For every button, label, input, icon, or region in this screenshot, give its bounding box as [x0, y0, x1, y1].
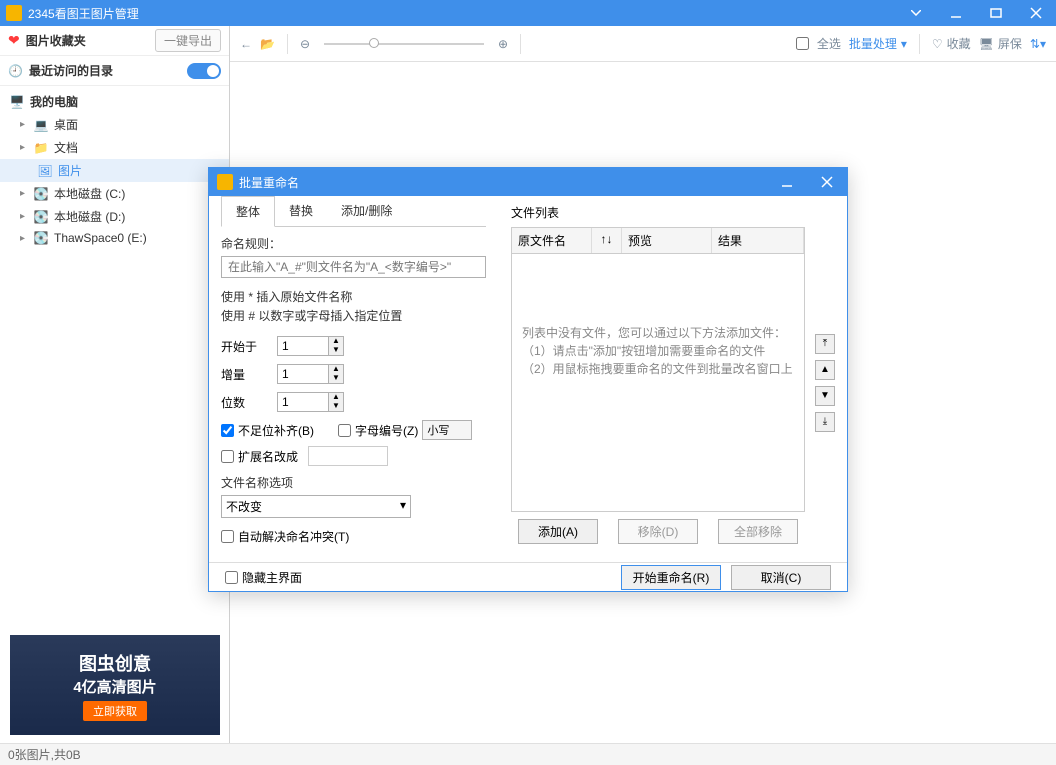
- disk-icon: 💽: [32, 187, 50, 201]
- favorites-row: ❤ 图片收藏夹 一键导出: [0, 26, 229, 56]
- dialog-title: 批量重命名: [239, 174, 767, 191]
- clock-icon: 🕘: [8, 64, 23, 78]
- statusbar: 0张图片,共0B: [0, 743, 1056, 765]
- open-folder-button[interactable]: 📂: [260, 37, 275, 51]
- digits-input[interactable]: [278, 393, 328, 411]
- tree-item-desktop[interactable]: ▸💻桌面: [0, 113, 229, 136]
- disk-icon: 💽: [32, 231, 50, 245]
- move-bottom[interactable]: ⤓: [815, 412, 835, 432]
- export-button[interactable]: 一键导出: [155, 29, 221, 52]
- tree-item-disk-c[interactable]: ▸💽本地磁盘 (C:): [0, 182, 229, 205]
- file-table: 原文件名 ↑↓ 预览 结果 列表中没有文件，您可以通过以下方法添加文件： （1）…: [511, 227, 805, 512]
- col-preview[interactable]: 预览: [622, 228, 712, 253]
- recent-row: 🕘 最近访问的目录: [0, 56, 229, 86]
- col-sort[interactable]: ↑↓: [592, 228, 622, 253]
- ext-input[interactable]: [308, 446, 388, 466]
- col-result[interactable]: 结果: [712, 228, 804, 253]
- collect-button[interactable]: ♡ 收藏: [932, 35, 971, 52]
- hint1: 使用 * 插入原始文件名称: [221, 288, 486, 307]
- favorites-label: 图片收藏夹: [26, 32, 155, 49]
- rename-dialog: 批量重命名 整体 替换 添加/删除 命名规则： 使用 * 插入原始文件名称 使用…: [208, 167, 848, 592]
- back-button[interactable]: ←: [240, 37, 252, 51]
- zoom-out-button[interactable]: ⊖: [300, 37, 310, 51]
- tree-item-documents[interactable]: ▸📁文档: [0, 136, 229, 159]
- move-top[interactable]: ⤒: [815, 334, 835, 354]
- autoconflict-checkbox[interactable]: [221, 530, 234, 543]
- col-original[interactable]: 原文件名: [512, 228, 592, 253]
- screensaver-button[interactable]: 🖥 屏保: [979, 35, 1022, 52]
- close-button[interactable]: [1016, 0, 1056, 26]
- dialog-tabs: 整体 替换 添加/删除: [221, 196, 486, 227]
- ad-cta[interactable]: 立即获取: [83, 701, 147, 721]
- dialog-close[interactable]: [807, 168, 847, 196]
- app-title: 2345看图王图片管理: [28, 5, 896, 22]
- desktop-icon: 💻: [32, 118, 50, 132]
- titlebar: 2345看图王图片管理: [0, 0, 1056, 26]
- recent-toggle[interactable]: [187, 63, 221, 79]
- picture-icon: 🖼: [36, 164, 54, 178]
- hint2: 使用 # 以数字或字母插入指定位置: [221, 307, 486, 326]
- table-empty: 列表中没有文件，您可以通过以下方法添加文件： （1）请点击"添加"按钮增加需要重…: [512, 254, 804, 448]
- rule-input[interactable]: [221, 256, 486, 278]
- dropdown-button[interactable]: [896, 0, 936, 26]
- cancel-button[interactable]: 取消(C): [731, 565, 831, 590]
- move-buttons: ⤒ ▲ ▼ ⤓: [815, 334, 835, 432]
- tab-replace[interactable]: 替换: [275, 196, 327, 226]
- dialog-left: 整体 替换 添加/删除 命名规则： 使用 * 插入原始文件名称 使用 # 以数字…: [209, 196, 499, 562]
- move-down[interactable]: ▼: [815, 386, 835, 406]
- selectall-label: 全选: [817, 35, 841, 52]
- inc-input[interactable]: [278, 365, 328, 383]
- heart-icon: ❤: [8, 32, 20, 49]
- sidebar: ❤ 图片收藏夹 一键导出 🕘 最近访问的目录 🖥️ 我的电脑 ▸💻桌面 ▸📁文档…: [0, 26, 230, 743]
- filelist-label: 文件列表: [511, 196, 835, 227]
- dialog-footer: 隐藏主界面 开始重命名(R) 取消(C): [209, 562, 847, 592]
- ext-checkbox[interactable]: [221, 450, 234, 463]
- maximize-button[interactable]: [976, 0, 1016, 26]
- tab-adddel[interactable]: 添加/删除: [327, 196, 406, 226]
- computer-icon: 🖥️: [8, 95, 26, 109]
- hidemain-checkbox[interactable]: [225, 571, 238, 584]
- dialog-icon: [217, 174, 233, 190]
- sort-button[interactable]: ⇅▾: [1030, 37, 1046, 51]
- minimize-button[interactable]: [936, 0, 976, 26]
- digits-down[interactable]: ▼: [329, 402, 343, 411]
- folder-icon: 📁: [32, 141, 50, 155]
- dialog-titlebar: 批量重命名: [209, 168, 847, 196]
- letter-select[interactable]: 小写: [422, 420, 472, 440]
- add-button[interactable]: 添加(A): [518, 519, 598, 544]
- move-up[interactable]: ▲: [815, 360, 835, 380]
- disk-icon: 💽: [32, 210, 50, 224]
- nameopt-label: 文件名称选项: [221, 474, 486, 491]
- tree-item-disk-e[interactable]: ▸💽ThawSpace0 (E:): [0, 228, 229, 248]
- rule-label: 命名规则：: [221, 235, 486, 252]
- tab-whole[interactable]: 整体: [221, 196, 275, 227]
- tree-root-label: 我的电脑: [30, 93, 78, 110]
- start-down[interactable]: ▼: [329, 346, 343, 355]
- app-icon: [6, 5, 22, 21]
- tree-item-disk-d[interactable]: ▸💽本地磁盘 (D:): [0, 205, 229, 228]
- status-text: 0张图片,共0B: [8, 746, 81, 763]
- pad-checkbox[interactable]: [221, 424, 234, 437]
- tree-root[interactable]: 🖥️ 我的电脑: [0, 90, 229, 113]
- tree-item-pictures[interactable]: 🖼图片: [0, 159, 229, 182]
- dialog-right: 文件列表 原文件名 ↑↓ 预览 结果 列表中没有文件，您可以通过以下方法添加文件…: [499, 196, 847, 562]
- recent-label: 最近访问的目录: [29, 62, 187, 79]
- dialog-minimize[interactable]: [767, 168, 807, 196]
- start-rename-button[interactable]: 开始重命名(R): [621, 565, 721, 590]
- start-input[interactable]: [278, 337, 328, 355]
- zoom-slider[interactable]: [324, 43, 484, 45]
- inc-down[interactable]: ▼: [329, 374, 343, 383]
- selectall-checkbox[interactable]: [796, 37, 809, 50]
- nameopt-select[interactable]: 不改变 ▾: [221, 495, 411, 518]
- ad-banner[interactable]: 图虫创意 4亿高清图片 立即获取: [10, 635, 220, 735]
- folder-tree: 🖥️ 我的电脑 ▸💻桌面 ▸📁文档 🖼图片 ▸💽本地磁盘 (C:) ▸💽本地磁盘…: [0, 86, 229, 252]
- toolbar: ← 📂 ⊖ ⊕ 全选 批量处理 ▾ ♡ 收藏 🖥 屏保 ⇅▾: [230, 26, 1056, 62]
- removeall-button[interactable]: 全部移除: [718, 519, 798, 544]
- zoom-in-button[interactable]: ⊕: [498, 37, 508, 51]
- letter-checkbox[interactable]: [338, 424, 351, 437]
- remove-button[interactable]: 移除(D): [618, 519, 698, 544]
- batch-button[interactable]: 批量处理 ▾: [849, 35, 907, 52]
